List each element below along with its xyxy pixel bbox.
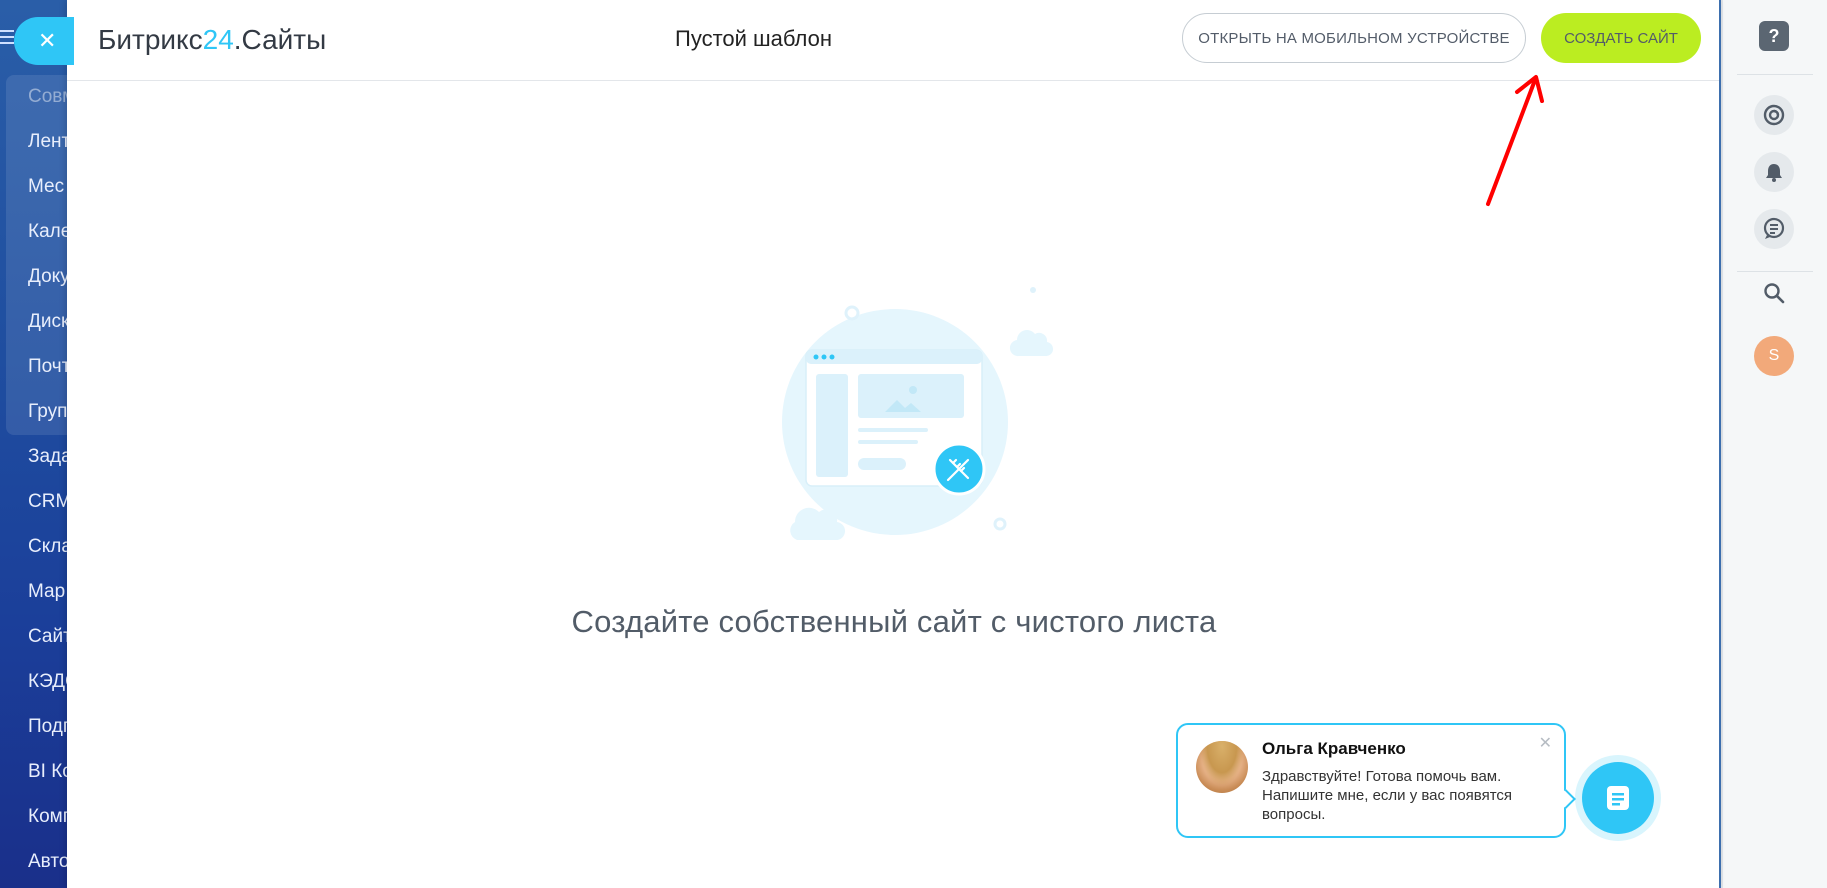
search-button[interactable] (1754, 273, 1794, 313)
slider-close-button[interactable]: ✕ (14, 17, 74, 65)
scrollbar[interactable] (1719, 0, 1721, 888)
support-icon (1763, 104, 1785, 126)
chat-icon (1607, 786, 1629, 810)
menu-item[interactable]: Мар (28, 581, 65, 603)
menu-item[interactable]: CRM (28, 491, 70, 513)
annotation-arrow (1486, 75, 1544, 206)
chats-button[interactable] (1754, 209, 1794, 249)
menu-group (6, 75, 70, 435)
menu-item[interactable]: Кале (28, 221, 70, 243)
help-icon: ? (1759, 21, 1789, 51)
chat-list-icon (1763, 217, 1785, 239)
menu-item[interactable]: Подг (28, 716, 70, 738)
menu-item[interactable]: Авто (28, 851, 69, 873)
menu-item[interactable]: Диск (28, 311, 69, 333)
menu-item[interactable]: Совм (28, 86, 70, 108)
operator-name: Ольга Кравченко (1262, 739, 1406, 758)
create-site-button[interactable]: Создать сайт (1541, 13, 1701, 63)
search-icon (1764, 283, 1785, 304)
open-on-mobile-button[interactable]: Открыть на мобильном устройстве (1182, 13, 1526, 63)
menu-item[interactable]: Комп (28, 806, 70, 828)
menu-item[interactable]: Мес (28, 176, 64, 198)
menu-item[interactable]: Зада (28, 446, 70, 468)
menu-item[interactable]: КЭДС (28, 671, 70, 693)
bell-icon (1766, 164, 1782, 182)
menu-item[interactable]: Груп (28, 401, 67, 423)
chat-open-button[interactable] (1575, 755, 1661, 841)
menu-item[interactable]: Лент (28, 131, 70, 153)
help-button[interactable]: ? (1754, 16, 1794, 56)
menu-item[interactable]: Доку (28, 266, 70, 288)
menu-item[interactable]: BI Ко (28, 761, 70, 783)
menu-item[interactable]: Скла (28, 536, 70, 558)
portal-left-menu: Совм Лент Мес Кале Доку Диск Почт Груп З… (0, 0, 70, 888)
avatar[interactable]: S (1754, 336, 1794, 376)
greeting-message: Здравствуйте! Готова помочь вам. Напишит… (1262, 768, 1513, 823)
notifications-button[interactable] (1754, 152, 1794, 192)
operator-avatar (1196, 741, 1248, 793)
menu-icon[interactable] (0, 30, 14, 44)
logo: Битрикс24.Сайты (98, 24, 327, 55)
slider-header: Битрикс24.Сайты Пустой шаблон Открыть на… (67, 0, 1721, 81)
support-button[interactable] (1754, 95, 1794, 135)
empty-template-illustration (782, 287, 1054, 541)
right-toolbar: ? S (1721, 0, 1827, 888)
page-title: Пустой шаблон (675, 26, 832, 51)
menu-item[interactable]: Сайт (28, 626, 70, 648)
menu-item[interactable]: Почт (28, 356, 70, 378)
close-icon[interactable]: ✕ (1539, 733, 1552, 753)
close-icon: ✕ (38, 28, 57, 53)
chat-greeting-popup[interactable]: Ольга Кравченко Здравствуйте! Готова пом… (1176, 723, 1576, 838)
empty-state-text: Создайте собственный сайт с чистого лист… (571, 604, 1217, 639)
